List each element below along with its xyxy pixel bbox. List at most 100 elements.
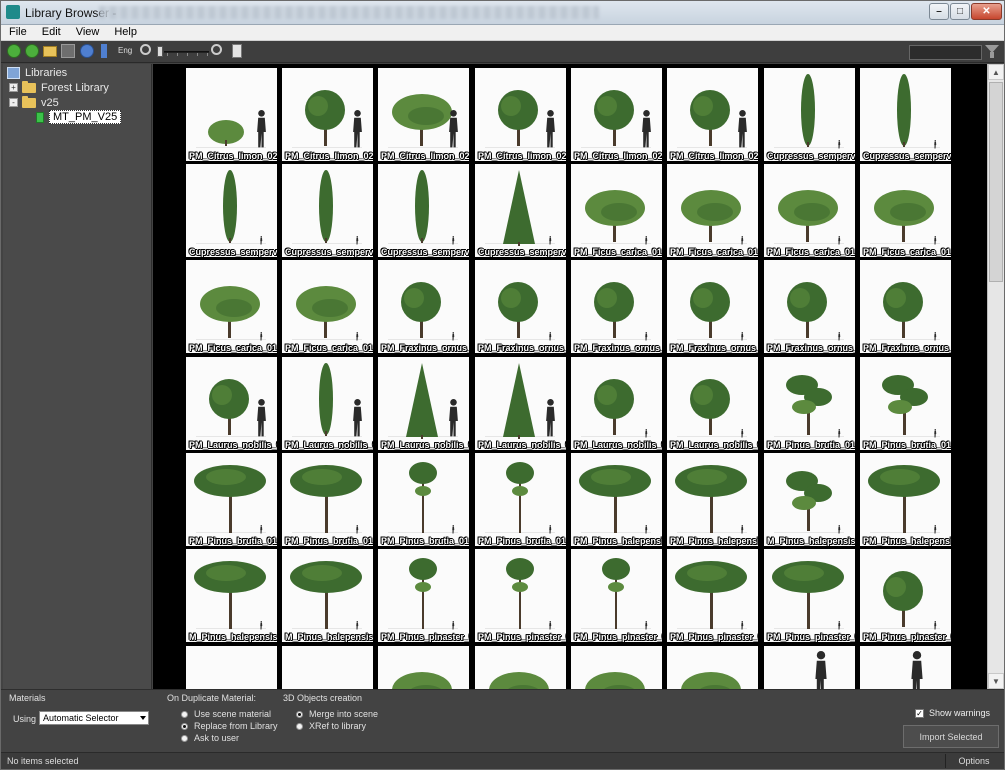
- scroll-up-arrow-icon[interactable]: ▲: [988, 64, 1004, 80]
- asset-thumbnail[interactable]: PM_Pinus_brutia_01: [378, 453, 469, 546]
- asset-thumbnail[interactable]: Cupressus_sempervire: [282, 164, 373, 257]
- import-selected-button[interactable]: Import Selected: [903, 725, 999, 748]
- save-icon[interactable]: [61, 44, 75, 58]
- zoom-slider-thumb[interactable]: [157, 46, 163, 57]
- asset-thumbnail[interactable]: PM_Pinus_pinaster_0: [667, 549, 758, 642]
- asset-thumbnail[interactable]: PM_Pinus_pinaster_0: [571, 549, 662, 642]
- asset-thumbnail[interactable]: PM_Pinus_brutia_01: [475, 453, 566, 546]
- close-button[interactable]: ✕: [971, 3, 1002, 20]
- asset-thumbnail[interactable]: Cupressus_sempervire: [475, 164, 566, 257]
- maximize-button[interactable]: □: [950, 3, 970, 20]
- radio-use-scene-material[interactable]: Use scene material: [181, 709, 271, 719]
- radio-button[interactable]: [181, 734, 188, 742]
- filter-input[interactable]: [909, 45, 982, 60]
- open-folder-icon[interactable]: [43, 46, 57, 57]
- asset-thumbnail[interactable]: PM_Pinus_pinaster_0: [860, 549, 951, 642]
- asset-thumbnail[interactable]: Cupressus_sempervire: [378, 164, 469, 257]
- asset-thumbnail[interactable]: [667, 646, 758, 689]
- asset-thumbnail[interactable]: PM_Fraxinus_ornus_0: [475, 260, 566, 353]
- tree-item-libraries[interactable]: Libraries: [7, 65, 67, 80]
- asset-thumbnail[interactable]: Cupressus_sempervire: [186, 164, 277, 257]
- asset-thumbnail[interactable]: PM_Pinus_pinaster_0: [764, 549, 855, 642]
- minimize-button[interactable]: –: [929, 3, 949, 20]
- forward-icon[interactable]: [25, 44, 39, 58]
- collapse-minus-icon[interactable]: -: [9, 98, 18, 107]
- asset-thumbnail[interactable]: Cupressus_sempervire: [764, 68, 855, 161]
- refresh-icon[interactable]: [80, 44, 94, 58]
- back-icon[interactable]: [7, 44, 21, 58]
- asset-thumbnail[interactable]: PM_Citrus_limon_02: [186, 68, 277, 161]
- asset-thumbnail[interactable]: PM_Laurus_nobilis_0: [571, 357, 662, 450]
- tree-item-forest-library[interactable]: + Forest Library: [9, 80, 109, 95]
- radio-button[interactable]: [296, 722, 303, 730]
- asset-thumbnail[interactable]: [860, 646, 951, 689]
- asset-thumbnail[interactable]: PM_Pinus_halepensis: [667, 453, 758, 546]
- menu-file[interactable]: File: [1, 25, 34, 40]
- asset-thumbnail[interactable]: PM_Pinus_brutia_01: [282, 453, 373, 546]
- radio-button[interactable]: [296, 710, 303, 718]
- asset-thumbnail[interactable]: M_Pinus_halepensis: [764, 453, 855, 546]
- menu-view[interactable]: View: [68, 25, 107, 40]
- asset-thumbnail[interactable]: PM_Pinus_pinaster_0: [475, 549, 566, 642]
- asset-thumbnail[interactable]: PM_Laurus_nobilis_0: [667, 357, 758, 450]
- asset-thumbnail[interactable]: PM_Fraxinus_ornus_0: [860, 260, 951, 353]
- asset-thumbnail[interactable]: PM_Pinus_brutia_01: [186, 453, 277, 546]
- radio-merge-into-scene[interactable]: Merge into scene: [296, 709, 378, 719]
- asset-thumbnail[interactable]: PM_Pinus_brutia_01: [860, 357, 951, 450]
- asset-thumbnail[interactable]: PM_Pinus_pinaster_0: [378, 549, 469, 642]
- zoom-out-icon[interactable]: [140, 44, 151, 55]
- tree-item-mt-pm-v25[interactable]: MT_PM_V25: [36, 109, 122, 125]
- asset-thumbnail[interactable]: [282, 646, 373, 689]
- asset-thumbnail[interactable]: PM_Pinus_brutia_01: [764, 357, 855, 450]
- options-button[interactable]: Options: [945, 754, 1002, 768]
- asset-thumbnail[interactable]: PM_Citrus_limon_02: [378, 68, 469, 161]
- sort-icon[interactable]: [101, 44, 107, 58]
- using-select[interactable]: Automatic Selector: [39, 711, 149, 725]
- radio-button[interactable]: [181, 722, 188, 730]
- scroll-thumb[interactable]: [989, 82, 1003, 282]
- asset-thumbnail[interactable]: PM_Ficus_carica_01: [571, 164, 662, 257]
- asset-thumbnail[interactable]: PM_Fraxinus_ornus_0: [378, 260, 469, 353]
- asset-thumbnail[interactable]: PM_Ficus_carica_01: [667, 164, 758, 257]
- asset-thumbnail[interactable]: [764, 646, 855, 689]
- asset-thumbnail[interactable]: PM_Citrus_limon_02: [571, 68, 662, 161]
- asset-thumbnail[interactable]: [475, 646, 566, 689]
- asset-thumbnail[interactable]: Cupressus_sempervire: [860, 68, 951, 161]
- asset-thumbnail[interactable]: PM_Pinus_halepensis: [571, 453, 662, 546]
- asset-thumbnail[interactable]: M_Pinus_halepensis: [186, 549, 277, 642]
- asset-thumbnail[interactable]: PM_Pinus_halepensis: [860, 453, 951, 546]
- asset-thumbnail[interactable]: [378, 646, 469, 689]
- english-sort-icon[interactable]: Eng: [118, 44, 132, 58]
- asset-thumbnail[interactable]: PM_Ficus_carica_01: [764, 164, 855, 257]
- radio-xref-to-library[interactable]: XRef to library: [296, 721, 366, 731]
- radio-ask-to-user[interactable]: Ask to user: [181, 733, 239, 743]
- zoom-in-icon[interactable]: [211, 44, 222, 55]
- checkbox-check-icon[interactable]: ✓: [915, 708, 924, 718]
- asset-thumbnail[interactable]: PM_Laurus_nobilis_0: [378, 357, 469, 450]
- menu-help[interactable]: Help: [106, 25, 144, 40]
- asset-thumbnail[interactable]: PM_Ficus_carica_01: [282, 260, 373, 353]
- asset-thumbnail[interactable]: [571, 646, 662, 689]
- asset-thumbnail[interactable]: PM_Laurus_nobilis_0: [475, 357, 566, 450]
- asset-thumbnail[interactable]: PM_Laurus_nobilis_0: [186, 357, 277, 450]
- asset-thumbnail[interactable]: PM_Citrus_limon_02: [667, 68, 758, 161]
- asset-thumbnail[interactable]: PM_Citrus_limon_02: [475, 68, 566, 161]
- title-bar[interactable]: Library Browser - – □ ✕: [1, 1, 1004, 25]
- vertical-scrollbar[interactable]: ▲ ▼: [987, 64, 1004, 689]
- asset-thumbnail[interactable]: PM_Laurus_nobilis_0: [282, 357, 373, 450]
- asset-thumbnail[interactable]: [186, 646, 277, 689]
- expand-plus-icon[interactable]: +: [9, 83, 18, 92]
- checklist-icon[interactable]: [232, 44, 242, 58]
- show-warnings-checkbox[interactable]: ✓ Show warnings: [915, 708, 990, 718]
- menu-edit[interactable]: Edit: [34, 25, 68, 40]
- radio-button[interactable]: [181, 710, 188, 718]
- asset-thumbnail[interactable]: PM_Fraxinus_ornus_0: [667, 260, 758, 353]
- asset-thumbnail[interactable]: PM_Ficus_carica_01: [860, 164, 951, 257]
- asset-thumbnail[interactable]: PM_Ficus_carica_01: [186, 260, 277, 353]
- radio-replace-from-library[interactable]: Replace from Library: [181, 721, 278, 731]
- asset-thumbnail[interactable]: PM_Citrus_limon_02: [282, 68, 373, 161]
- scroll-down-arrow-icon[interactable]: ▼: [988, 673, 1004, 689]
- asset-thumbnail[interactable]: PM_Fraxinus_ornus_0: [764, 260, 855, 353]
- asset-thumbnail[interactable]: PM_Fraxinus_ornus_0: [571, 260, 662, 353]
- asset-thumbnail[interactable]: M_Pinus_halepensis: [282, 549, 373, 642]
